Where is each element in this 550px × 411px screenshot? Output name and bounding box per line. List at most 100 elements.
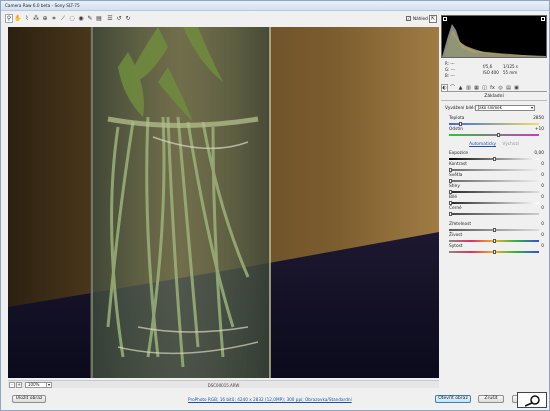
brightness-value[interactable]: 0 <box>541 195 544 200</box>
vibrance-label: Živost <box>449 233 463 238</box>
image-filename: DSC00015.ARW <box>207 382 240 388</box>
r-label: R: <box>445 61 450 66</box>
tint-value[interactable]: +10 <box>535 127 544 132</box>
b-label: B: <box>445 73 450 78</box>
section-title: Základní <box>441 94 547 101</box>
tab-presets[interactable]: ▤ <box>505 84 512 91</box>
contrast-thumb[interactable] <box>449 212 452 216</box>
exposure-value[interactable]: 0,00 <box>534 151 544 156</box>
tab-basic[interactable]: ◐ <box>441 84 448 91</box>
hand-tool-cursor-icon <box>517 392 547 408</box>
blacks-value[interactable]: 0 <box>541 184 544 189</box>
shutter-speed: 1/125 s <box>503 64 518 69</box>
brightness-slider[interactable] <box>449 201 539 205</box>
temperature-slider[interactable] <box>449 122 539 126</box>
temperature-value[interactable]: 2850 <box>533 116 544 121</box>
tab-camera-calibration[interactable]: ◎ <box>497 84 504 91</box>
color-sampler-icon[interactable]: ⁂ <box>32 14 40 23</box>
clarity-thumb[interactable] <box>492 228 496 232</box>
preview-checkbox[interactable]: ✓ Náhled <box>406 16 428 21</box>
white-balance-icon[interactable]: ⌇ <box>23 14 31 23</box>
g-label: G: <box>445 67 450 72</box>
rotate-cw-icon[interactable]: ↻ <box>124 14 132 23</box>
image-preview[interactable] <box>8 27 439 378</box>
tint-thumb[interactable] <box>496 133 500 137</box>
tab-hsl[interactable]: ▥ <box>465 84 472 91</box>
white-balance-label: Vyvážení bílé: <box>445 106 475 111</box>
tab-effects[interactable]: fx <box>489 84 496 91</box>
workflow-options-link[interactable]: ProPhoto RGB; 16 bitů; 4240 x 2832 (12,0… <box>188 397 388 402</box>
brightness-thumb[interactable] <box>449 201 452 205</box>
clarity-value[interactable]: 0 <box>541 222 544 227</box>
white-balance-value: Jako snímek <box>478 105 502 110</box>
auto-link[interactable]: Automaticky <box>469 142 496 147</box>
preferences-icon[interactable]: ☰ <box>106 14 114 23</box>
crop-icon[interactable]: ⌗ <box>50 14 58 23</box>
adjustment-brush-icon[interactable]: ✎ <box>86 14 94 23</box>
tab-snapshots[interactable]: ▣ <box>513 84 520 91</box>
shadow-clip-icon[interactable] <box>443 17 447 21</box>
histogram <box>441 15 547 58</box>
fill-light-slider[interactable] <box>449 179 539 183</box>
auto-default-links: Automaticky Výchozí <box>441 142 547 147</box>
adjustments-panel: R: --- G: --- B: --- f/5,6 1/125 s ISO 4… <box>441 13 547 389</box>
temperature-thumb[interactable] <box>459 122 463 126</box>
toolbar: ⚲ ✋ ⌇ ⁂ ⊕ ⌗ ⟋ ◌ ◉ ✎ ▤ ☰ ↺ ↻ <box>5 13 439 25</box>
iso: ISO 400 <box>483 70 499 75</box>
recovery-value[interactable]: 0 <box>541 162 544 167</box>
tab-split-toning[interactable]: ▦ <box>473 84 480 91</box>
aperture: f/5,6 <box>483 64 493 69</box>
cancel-button[interactable]: Zrušit <box>478 395 504 403</box>
r-value: --- <box>450 61 455 66</box>
zoom-icon[interactable]: ⚲ <box>5 14 13 23</box>
tab-lens-corrections[interactable]: ◫ <box>481 84 488 91</box>
contrast-label: Černé <box>449 206 462 211</box>
clarity-slider[interactable] <box>449 228 539 232</box>
saturation-slider[interactable] <box>449 250 539 254</box>
fullscreen-icon[interactable]: ⇱ <box>429 15 437 23</box>
default-link[interactable]: Výchozí <box>502 142 519 147</box>
open-image-button[interactable]: Otevřít obraz <box>435 395 471 403</box>
graduated-filter-icon[interactable]: ▤ <box>95 14 103 23</box>
highlight-clip-icon[interactable] <box>541 17 545 21</box>
tint-label: Odstín <box>449 127 463 132</box>
recovery-thumb[interactable] <box>449 168 452 172</box>
contrast-value[interactable]: 0 <box>541 206 544 211</box>
b-value: --- <box>450 73 455 78</box>
save-image-button[interactable]: Uložit obraz <box>12 395 46 403</box>
blacks-slider[interactable] <box>449 190 539 194</box>
tint-slider[interactable] <box>449 133 539 137</box>
tab-detail[interactable]: ▲ <box>457 84 464 91</box>
contrast-slider[interactable] <box>449 212 539 216</box>
exposure-thumb[interactable] <box>492 157 496 161</box>
straighten-icon[interactable]: ⟋ <box>59 14 67 23</box>
focal-length: 55 mm <box>503 70 518 75</box>
hand-icon[interactable]: ✋ <box>14 14 22 23</box>
camera-raw-window: Camera Raw 6.0 beta - Sony SLT-75 ⚲ ✋ ⌇ … <box>0 0 550 411</box>
exposure-label: Expozice <box>449 151 469 156</box>
zoom-bar: - + 100% ▾ DSC00015.ARW <box>8 380 439 388</box>
rotate-ccw-icon[interactable]: ↺ <box>115 14 123 23</box>
fill-light-thumb[interactable] <box>449 179 452 183</box>
spot-removal-icon[interactable]: ◌ <box>68 14 76 23</box>
saturation-value[interactable]: 0 <box>541 244 544 249</box>
chevron-down-icon: ▾ <box>530 105 533 110</box>
target-adjust-icon[interactable]: ⊕ <box>41 14 49 23</box>
recovery-slider[interactable] <box>449 168 539 172</box>
g-value: --- <box>450 67 456 72</box>
camera-info: R: --- G: --- B: --- f/5,6 1/125 s ISO 4… <box>445 61 545 81</box>
vibrance-thumb[interactable] <box>492 239 496 243</box>
tab-tone-curve[interactable]: ⌒ <box>449 84 456 91</box>
vibrance-slider[interactable] <box>449 239 539 243</box>
white-balance-select[interactable]: Jako snímek ▾ <box>475 105 535 111</box>
blacks-thumb[interactable] <box>449 190 452 194</box>
clarity-label: Zřetelnost <box>449 222 472 227</box>
vibrance-value[interactable]: 0 <box>541 233 544 238</box>
preview-check-box[interactable]: ✓ <box>406 16 411 21</box>
exposure-slider[interactable] <box>449 157 539 161</box>
red-eye-icon[interactable]: ◉ <box>77 14 85 23</box>
fill-light-value[interactable]: 0 <box>541 173 544 178</box>
saturation-label: Sytost <box>449 244 463 249</box>
saturation-thumb[interactable] <box>492 250 496 254</box>
brightness-label: Bílé <box>449 195 457 200</box>
